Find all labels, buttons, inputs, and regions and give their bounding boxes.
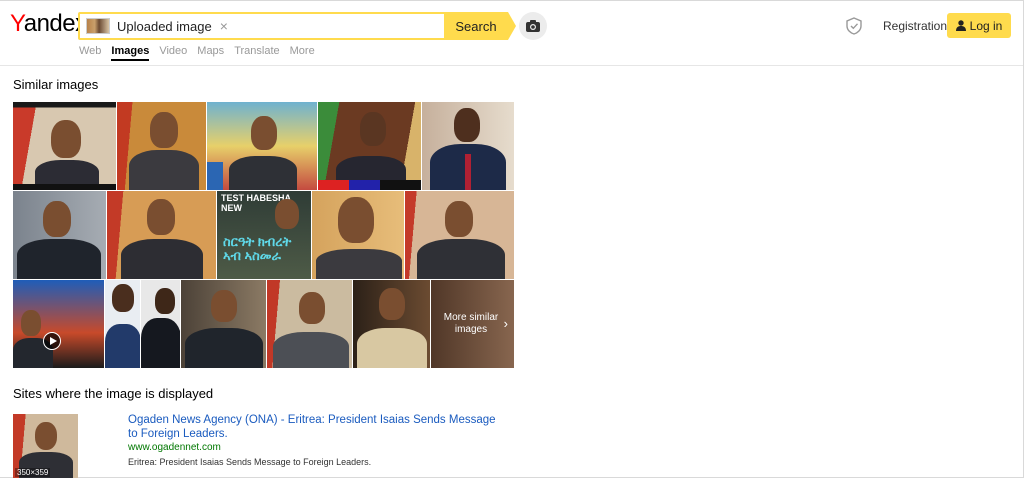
similar-image[interactable] <box>13 191 107 279</box>
nav-images[interactable]: Images <box>111 45 150 61</box>
shield-icon[interactable] <box>846 17 862 40</box>
yandex-logo[interactable]: Yandex <box>10 10 87 38</box>
grid-row: More similar images › <box>13 280 514 368</box>
result-thumbnail[interactable]: 350×359 <box>13 414 78 478</box>
user-icon <box>955 20 966 31</box>
similar-image[interactable] <box>422 102 514 190</box>
similar-image[interactable] <box>318 102 422 190</box>
similar-image[interactable] <box>181 280 267 368</box>
overlay-ad-text: ስርዓት ክብረት ኣብ ኣስመራ <box>223 234 292 263</box>
camera-icon[interactable] <box>519 12 547 40</box>
sites-title: Sites where the image is displayed <box>13 386 214 401</box>
nav-more[interactable]: More <box>290 45 315 61</box>
search-box[interactable]: Uploaded image × Search <box>78 12 516 40</box>
header: Yandex Uploaded image × Search Web Image… <box>0 0 1023 66</box>
similar-image[interactable] <box>353 280 431 368</box>
similar-images-grid: TEST HABESHA NEW ስርዓት ክብረት ኣብ ኣስመራ More … <box>13 102 514 368</box>
uploaded-image-thumbnail <box>86 18 110 34</box>
similar-image[interactable] <box>207 102 318 190</box>
registration-link[interactable]: Registration <box>883 19 947 33</box>
result-url[interactable]: www.ogadennet.com <box>128 442 221 453</box>
similar-video[interactable] <box>13 280 105 368</box>
close-icon[interactable]: × <box>220 18 228 34</box>
nav-maps[interactable]: Maps <box>197 45 224 61</box>
similar-image[interactable] <box>405 191 514 279</box>
service-nav: Web Images Video Maps Translate More <box>79 45 325 61</box>
similar-image[interactable] <box>267 280 353 368</box>
image-size-badge: 350×359 <box>15 468 51 477</box>
result-description: Eritrea: President Isaias Sends Message … <box>128 457 372 467</box>
similar-image[interactable] <box>107 191 217 279</box>
similar-image[interactable] <box>141 280 181 368</box>
similar-image[interactable]: TEST HABESHA NEW ስርዓት ክብረት ኣብ ኣስመራ <box>217 191 312 279</box>
similar-image[interactable] <box>13 102 117 190</box>
similar-images-title: Similar images <box>13 77 99 92</box>
grid-row: TEST HABESHA NEW ስርዓት ክብረት ኣብ ኣስመራ <box>13 191 514 279</box>
nav-video[interactable]: Video <box>159 45 187 61</box>
similar-image[interactable] <box>117 102 207 190</box>
play-icon[interactable] <box>43 332 61 350</box>
result-title-link[interactable]: Ogaden News Agency (ONA) - Eritrea: Pres… <box>128 413 508 441</box>
similar-image[interactable] <box>105 280 141 368</box>
more-similar-images-button[interactable]: More similar images › <box>431 280 514 368</box>
nav-translate[interactable]: Translate <box>234 45 279 61</box>
grid-row <box>13 102 514 190</box>
chevron-right-icon: › <box>503 316 508 331</box>
search-button[interactable]: Search <box>444 12 516 40</box>
login-button[interactable]: Log in <box>947 13 1011 38</box>
nav-web[interactable]: Web <box>79 45 101 61</box>
more-similar-images-label: More similar images <box>443 312 499 335</box>
similar-image[interactable] <box>312 191 405 279</box>
uploaded-image-label: Uploaded image <box>117 18 212 34</box>
